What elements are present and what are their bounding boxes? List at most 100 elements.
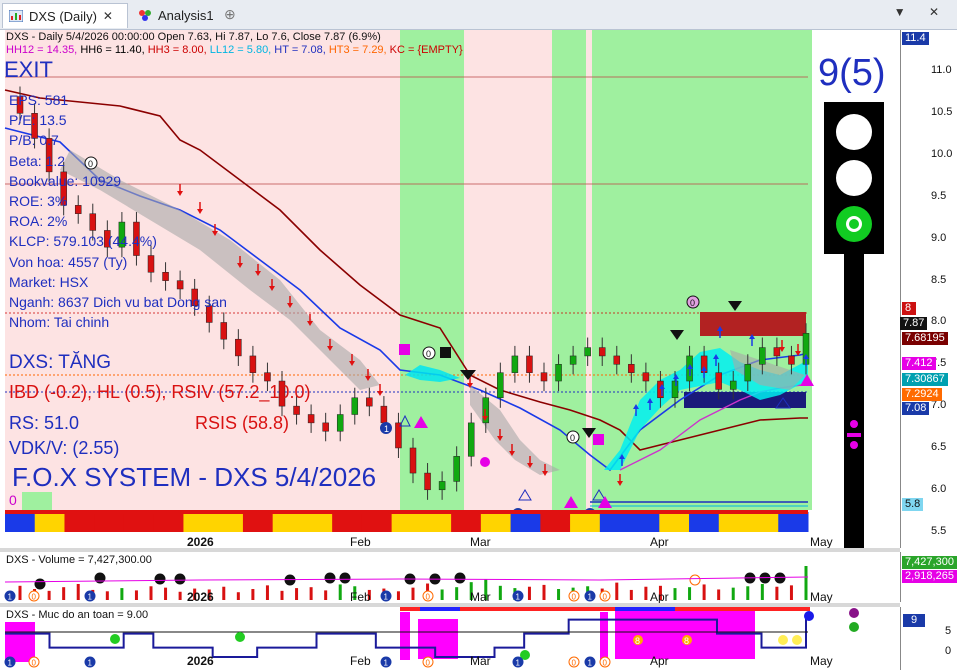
price-tag: 11.4 <box>902 32 929 45</box>
volume-bar <box>731 587 735 600</box>
volume-bar <box>644 586 648 600</box>
volume-bar <box>688 587 692 600</box>
x-label-2026: 2026 <box>187 535 214 549</box>
volume-bar <box>804 566 808 600</box>
volume-pane[interactable]: 1 0 1 1 0 1 0 1 0 DXS - Volume = 7,427,300.00 <box>0 552 900 602</box>
signal-count: 9(5) <box>818 52 886 94</box>
y-tick: 8.0 <box>931 315 947 328</box>
volume-bar <box>120 588 124 600</box>
volume-bar <box>280 590 284 600</box>
volume-bar <box>134 590 138 600</box>
svg-text:1: 1 <box>588 659 593 668</box>
strip-cell <box>242 512 274 532</box>
x-label-apr: Apr <box>650 535 669 549</box>
svg-text:0: 0 <box>690 298 695 308</box>
volume-marker <box>339 572 351 584</box>
header-part: KC = {EMPTY} <box>389 44 463 56</box>
volume-marker <box>689 574 701 586</box>
x-label-feb: Feb <box>350 654 371 668</box>
safety-tag: 9 <box>903 614 925 627</box>
candle-body <box>715 372 722 390</box>
candle-body <box>249 355 257 373</box>
candle-body <box>467 422 475 457</box>
volume-bar <box>455 587 459 600</box>
header-line-2: HH12 = 14.35, HH6 = 11.40, HH3 = 8.00, L… <box>6 44 463 56</box>
candle-body <box>642 372 650 382</box>
candle-body <box>613 355 621 365</box>
tab-analysis1[interactable]: Analysis1 <box>132 3 224 27</box>
y-tick: 6.0 <box>931 482 947 495</box>
volume-bar <box>615 582 619 600</box>
strip-cell <box>361 512 393 532</box>
strip-cell <box>748 512 779 532</box>
volume-bar <box>149 586 153 600</box>
candle-body <box>555 364 562 382</box>
status-strip <box>5 510 809 532</box>
safety-pane[interactable]: 8 8 1 0 1 1 0 1 0 1 0 DXS - Muc do an toan = 9.0… <box>0 607 900 670</box>
svg-text:0: 0 <box>603 593 608 602</box>
volume-bar <box>557 589 561 600</box>
window-buttons[interactable]: ▼ ✕ <box>894 5 949 19</box>
candle-body <box>380 405 388 424</box>
price-y-axis[interactable]: 11.0 10.5 10.0 9.5 9.0 8.5 8.0 7.5 7.0 6.5 6.0 5.5 <box>900 30 957 548</box>
candle-body <box>307 414 315 424</box>
y-tick: 11.0 <box>931 64 952 77</box>
resistance-box <box>700 312 806 336</box>
tab-label: DXS (Daily) <box>29 8 97 24</box>
svg-text:8: 8 <box>635 636 640 646</box>
volume-bar <box>76 583 80 600</box>
rs-label: RS: 51.0 <box>9 413 80 433</box>
svg-text:0: 0 <box>32 593 37 602</box>
rsis-label: RSIS (58.8) <box>195 413 290 433</box>
svg-text:1: 1 <box>516 593 521 602</box>
candle-body <box>584 347 591 357</box>
magenta-square <box>399 344 410 355</box>
fundamental-item: Nganh: 8637 Dich vu bat Dong san <box>9 294 227 310</box>
y-tick: 6.5 <box>931 440 947 453</box>
volume-bar <box>164 587 168 600</box>
volume-bar <box>324 590 328 600</box>
y-tick: 8.5 <box>931 273 947 286</box>
volume-bar <box>760 583 764 600</box>
vdk-label: VDK/V: (2.55) <box>9 438 120 458</box>
svg-text:1: 1 <box>8 593 13 602</box>
light-yellow-off <box>836 160 872 196</box>
analysis-icon <box>139 10 151 21</box>
fundamental-item: KLCP: 579.103 (44.4%) <box>9 233 157 250</box>
strip-cell <box>659 512 690 532</box>
strip-cell <box>718 512 750 532</box>
candle-body <box>671 380 679 399</box>
svg-text:0: 0 <box>88 159 93 169</box>
candle-body <box>147 255 155 273</box>
volume-bar <box>746 586 750 600</box>
strip-cell <box>629 512 660 532</box>
fundamental-item: ROA: 2% <box>9 213 68 230</box>
tab-dxs-daily[interactable]: DXS (Daily) ✕ <box>2 3 128 28</box>
strip-cell <box>302 512 333 532</box>
strip-cell <box>689 512 720 532</box>
candle-body <box>395 422 402 449</box>
fundamental-item: Nhom: Tai chinh <box>9 314 110 331</box>
strip-cell <box>183 512 214 532</box>
candle-body <box>162 272 169 281</box>
svg-text:8: 8 <box>684 636 689 646</box>
candle-body <box>74 205 82 214</box>
volume-bar <box>542 584 546 600</box>
volume-bar <box>178 591 182 600</box>
close-icon[interactable]: ✕ <box>103 9 113 23</box>
strip-cell <box>570 512 601 532</box>
fundamental-item: ROE: 3% <box>9 193 68 209</box>
magenta-dot <box>480 457 490 467</box>
new-tab-icon[interactable]: ⊕ <box>224 6 236 23</box>
svg-text:1: 1 <box>384 593 389 602</box>
x-label-apr: Apr <box>650 654 669 668</box>
svg-text:1: 1 <box>384 659 389 668</box>
x-label-may: May <box>810 535 833 549</box>
volume-bar <box>396 591 400 600</box>
volume-bar <box>717 589 721 600</box>
strip-cell <box>480 512 512 532</box>
candle-body <box>366 397 373 407</box>
tab-bar: DXS (Daily) ✕ Analysis1 ⊕ ▼ ✕ <box>0 0 957 30</box>
price-pane[interactable]: 0 0 0 0 1 1 1 <box>0 30 900 548</box>
svg-text:1: 1 <box>88 659 93 668</box>
